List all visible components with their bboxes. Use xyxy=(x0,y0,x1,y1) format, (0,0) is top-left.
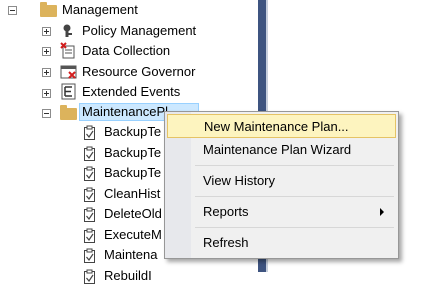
tree-node-maintenance-plan[interactable]: DeleteOld xyxy=(104,206,162,222)
resource-governor-icon xyxy=(60,65,77,79)
maintenance-plan-icon xyxy=(84,248,95,263)
menu-item-reports[interactable]: Reports xyxy=(167,200,396,224)
maintenance-plan-icon xyxy=(84,125,95,140)
tree-node-management[interactable]: Management xyxy=(62,2,138,18)
tree-node-resource-governor[interactable]: Resource Governor xyxy=(82,64,195,80)
menu-item-label: Maintenance Plan Wizard xyxy=(203,142,352,157)
extended-events-icon xyxy=(61,83,76,100)
tree-node-maintenance-plan[interactable]: BackupTe xyxy=(104,165,161,181)
maintenance-plan-icon xyxy=(84,146,95,161)
tree-node-extended-events[interactable]: Extended Events xyxy=(82,84,180,100)
tree-node-maintenance-plan[interactable]: Maintena xyxy=(104,247,157,263)
policy-icon xyxy=(63,24,72,37)
menu-item-new-maintenance-plan[interactable]: New Maintenance Plan... xyxy=(167,114,396,138)
menu-separator xyxy=(195,165,394,166)
submenu-arrow-icon xyxy=(380,208,384,216)
expand-resource-governor-toggle[interactable] xyxy=(42,68,51,77)
data-collection-icon xyxy=(60,42,75,59)
expand-policy-management-toggle[interactable] xyxy=(42,27,51,36)
menu-item-refresh[interactable]: Refresh xyxy=(167,231,396,255)
tree-node-maintenance-plan[interactable]: CleanHist xyxy=(104,186,160,202)
tree-node-maintenance-plan[interactable]: BackupTe xyxy=(104,124,161,140)
folder-icon xyxy=(40,2,57,17)
expand-extended-events-toggle[interactable] xyxy=(42,89,51,98)
menu-item-maintenance-plan-wizard[interactable]: Maintenance Plan Wizard xyxy=(167,138,396,162)
maintenance-plan-icon xyxy=(84,207,95,222)
tree-node-maintenance-plan[interactable]: BackupTe xyxy=(104,145,161,161)
menu-item-view-history[interactable]: View History xyxy=(167,169,396,193)
tree-node-maintenance-plan[interactable]: RebuildI xyxy=(104,268,152,284)
tree-node-policy-management[interactable]: Policy Management xyxy=(82,23,196,39)
maintenance-plan-icon xyxy=(84,166,95,181)
collapse-maintenance-plans-toggle[interactable] xyxy=(42,109,51,118)
tree-node-data-collection[interactable]: Data Collection xyxy=(82,43,170,59)
tree-node-maintenance-plan[interactable]: ExecuteM xyxy=(104,227,162,243)
menu-item-label: Refresh xyxy=(203,235,249,250)
menu-separator xyxy=(195,227,394,228)
menu-separator xyxy=(195,196,394,197)
maintenance-plan-icon xyxy=(84,228,95,243)
menu-item-label: View History xyxy=(203,173,276,188)
folder-icon xyxy=(60,105,77,120)
collapse-management-toggle[interactable] xyxy=(8,6,17,15)
tree-node-maintenance-plans[interactable]: MaintenancePl xyxy=(82,104,168,120)
menu-item-label: Reports xyxy=(203,204,249,219)
expand-data-collection-toggle[interactable] xyxy=(42,47,51,56)
maintenance-plan-icon xyxy=(84,269,95,284)
menu-item-label: New Maintenance Plan... xyxy=(204,119,349,134)
context-menu: New Maintenance Plan... Maintenance Plan… xyxy=(164,111,399,259)
maintenance-plan-icon xyxy=(84,187,95,202)
